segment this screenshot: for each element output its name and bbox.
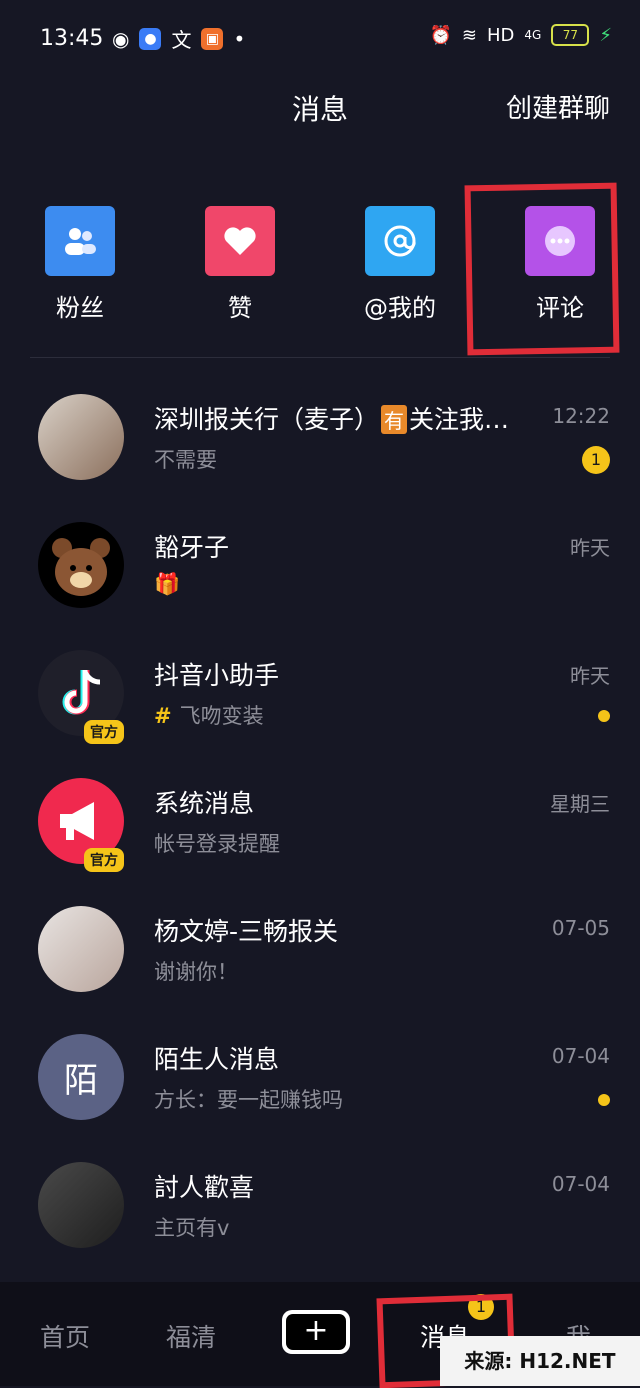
official-badge: 官方 bbox=[84, 848, 124, 872]
chat-app-icon: ● bbox=[139, 27, 162, 50]
divider bbox=[30, 357, 610, 358]
watermark: 来源: H12.NET bbox=[440, 1336, 640, 1386]
conversation-time: 星期三 bbox=[550, 792, 610, 816]
quick-likes-label: 赞 bbox=[228, 294, 252, 322]
more-dot-icon: • bbox=[233, 26, 246, 51]
conversation-name: 豁牙子 bbox=[154, 533, 230, 562]
quick-mentions[interactable]: @我的 bbox=[340, 196, 460, 323]
battery-icon: 77 bbox=[551, 24, 590, 46]
list-item[interactable]: 深圳报关行（麦子）有关注我… 不需要 12:22 1 bbox=[0, 370, 640, 498]
avatar[interactable]: 陌 bbox=[38, 1034, 124, 1120]
conversation-time: 07-04 bbox=[551, 1044, 610, 1068]
heart-icon bbox=[205, 206, 275, 276]
quick-fans-label: 粉丝 bbox=[56, 294, 104, 322]
hashtag-icon: # bbox=[154, 704, 172, 728]
conversation-preview: 主页有v bbox=[154, 1216, 230, 1240]
list-item[interactable]: 官方 系统消息 帐号登录提醒 星期三 bbox=[0, 754, 640, 882]
signal-icon: 4G bbox=[524, 28, 542, 42]
hd-indicator: HD bbox=[487, 24, 515, 46]
header: 消息 创建群聊 bbox=[0, 80, 640, 136]
tab-home[interactable]: 首页 bbox=[40, 1318, 90, 1354]
status-time: 13:45 bbox=[40, 26, 104, 51]
avatar[interactable] bbox=[38, 394, 124, 480]
at-icon bbox=[365, 206, 435, 276]
conversation-preview: 方长：要一起赚钱吗 bbox=[154, 1088, 343, 1112]
conversation-preview: 🎁 bbox=[154, 572, 181, 596]
mutual-tag: 有 bbox=[381, 405, 408, 434]
fans-icon bbox=[45, 206, 115, 276]
conversation-name: 抖音小助手 bbox=[154, 661, 280, 690]
unread-dot bbox=[598, 710, 610, 722]
conversation-preview: 不需要 bbox=[154, 448, 217, 472]
avatar[interactable] bbox=[38, 906, 124, 992]
conversation-time: 昨天 bbox=[570, 664, 610, 688]
quick-mentions-label: @我的 bbox=[364, 294, 436, 322]
official-badge: 官方 bbox=[84, 720, 124, 744]
status-system: ⏰ ≋ HD 4G 77 ⚡ bbox=[429, 24, 612, 46]
quick-fans[interactable]: 粉丝 bbox=[20, 196, 140, 323]
list-item[interactable]: 杨文婷-三畅报关 谢谢你！ 07-05 bbox=[0, 882, 640, 1010]
tab-city[interactable]: 福清 bbox=[166, 1318, 216, 1354]
quick-likes[interactable]: 赞 bbox=[180, 196, 300, 323]
conversation-time: 昨天 bbox=[570, 536, 610, 560]
conversation-name: 陌生人消息 bbox=[154, 1045, 280, 1074]
status-bar: 13:45 ◉ ● 文 ▣ • ⏰ ≋ HD 4G 77 ⚡ bbox=[0, 0, 640, 80]
translate-icon: 文 bbox=[171, 28, 192, 52]
conversation-name: 系统消息 bbox=[154, 789, 255, 818]
create-button[interactable]: + bbox=[278, 1310, 350, 1354]
weibo-icon: ◉ bbox=[112, 26, 130, 51]
unread-dot bbox=[598, 1094, 610, 1106]
unread-badge: 1 bbox=[582, 446, 610, 474]
avatar[interactable] bbox=[38, 522, 124, 608]
conversation-time: 12:22 bbox=[552, 404, 610, 428]
list-item[interactable]: 豁牙子 🎁 昨天 bbox=[0, 498, 640, 626]
conversation-preview: 帐号登录提醒 bbox=[154, 832, 280, 856]
conversation-name: 深圳报关行（麦子）有关注我… bbox=[154, 405, 510, 434]
wifi-icon: ≋ bbox=[461, 24, 478, 46]
conversation-time: 07-05 bbox=[551, 916, 610, 940]
conversation-preview: # 飞吻变装 bbox=[154, 704, 264, 728]
conversation-preview: 谢谢你！ bbox=[154, 960, 238, 984]
charging-icon: ⚡ bbox=[599, 24, 612, 46]
list-item[interactable]: 官方 抖音小助手 # 飞吻变装 昨天 bbox=[0, 626, 640, 754]
avatar[interactable] bbox=[38, 1162, 124, 1248]
app-notification-icon: ▣ bbox=[201, 27, 224, 50]
create-group-button[interactable]: 创建群聊 bbox=[506, 88, 610, 125]
status-notifications: ◉ ● 文 ▣ • bbox=[112, 24, 245, 53]
conversation-time: 07-04 bbox=[551, 1172, 610, 1196]
list-item[interactable]: 討人歡喜 主页有v 07-04 bbox=[0, 1138, 640, 1266]
list-item[interactable]: 陌 陌生人消息 方长：要一起赚钱吗 07-04 bbox=[0, 1010, 640, 1138]
plus-icon: + bbox=[286, 1314, 346, 1350]
bear-avatar-icon bbox=[52, 538, 110, 596]
conversation-name: 杨文婷-三畅报关 bbox=[154, 917, 339, 946]
annotation-highlight bbox=[464, 182, 620, 356]
alarm-icon: ⏰ bbox=[429, 24, 452, 46]
conversation-name: 討人歡喜 bbox=[154, 1173, 255, 1202]
conversation-list: 深圳报关行（麦子）有关注我… 不需要 12:22 1 豁牙子 🎁 昨天 官方 抖… bbox=[0, 370, 640, 1266]
